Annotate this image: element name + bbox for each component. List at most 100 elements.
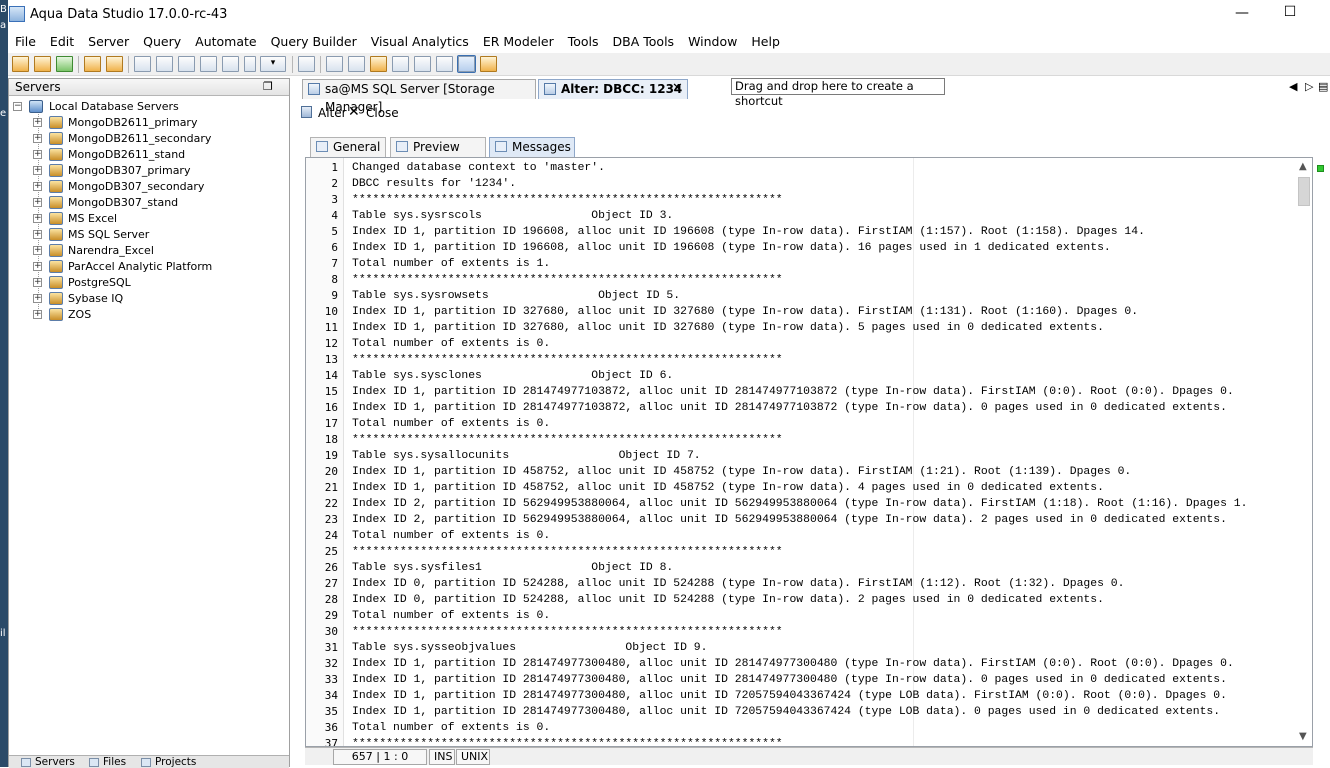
tree-item-server[interactable]: + Narendra_Excel bbox=[9, 243, 289, 259]
chart-view-icon[interactable] bbox=[480, 56, 497, 72]
tree-item-server[interactable]: + MongoDB2611_secondary bbox=[9, 131, 289, 147]
alter-button[interactable]: Alter bbox=[318, 106, 347, 120]
text-view-icon[interactable] bbox=[436, 56, 453, 72]
expand-icon[interactable]: + bbox=[33, 198, 42, 207]
new-connection-icon[interactable] bbox=[12, 56, 29, 72]
scroll-down-icon[interactable]: ▼ bbox=[1299, 731, 1307, 742]
expand-icon[interactable]: + bbox=[33, 150, 42, 159]
menu-query[interactable]: Query bbox=[136, 32, 188, 52]
insert-mode[interactable]: INS bbox=[429, 749, 455, 765]
tree-item-server[interactable]: + Sybase IQ bbox=[9, 291, 289, 307]
scrollbar-thumb[interactable] bbox=[1298, 177, 1310, 206]
expand-icon[interactable]: + bbox=[33, 214, 42, 223]
tree-item-server[interactable]: + MongoDB2611_stand bbox=[9, 147, 289, 163]
shortcut-drop-zone[interactable]: Drag and drop here to create a shortcut bbox=[731, 78, 945, 108]
menu-server[interactable]: Server bbox=[81, 32, 136, 52]
tab-preview-sql[interactable]: Preview SQL bbox=[390, 137, 486, 172]
scroll-up-icon[interactable]: ▲ bbox=[1299, 161, 1307, 172]
tab-general[interactable]: General bbox=[310, 137, 386, 157]
close-button[interactable]: Close bbox=[366, 106, 399, 120]
sub-tab-strip: General Preview SQL Messages bbox=[310, 137, 1330, 172]
monitor-icon[interactable] bbox=[222, 56, 239, 72]
tree-item-server[interactable]: + ZOS bbox=[9, 307, 289, 323]
query-analyzer-icon[interactable] bbox=[84, 56, 101, 72]
connect-icon[interactable] bbox=[56, 56, 73, 72]
find-icon[interactable] bbox=[134, 56, 151, 72]
expand-icon[interactable]: + bbox=[33, 134, 42, 143]
app-icon bbox=[9, 6, 25, 22]
split-view-icon[interactable] bbox=[392, 56, 409, 72]
files-tab-icon bbox=[89, 758, 99, 767]
expand-icon[interactable]: + bbox=[33, 246, 42, 255]
expand-icon[interactable]: + bbox=[33, 310, 42, 319]
tab-servers[interactable]: Servers bbox=[21, 756, 75, 768]
collapse-icon[interactable]: − bbox=[13, 102, 22, 111]
columns-icon[interactable] bbox=[414, 56, 431, 72]
menu-file[interactable]: File bbox=[8, 32, 43, 52]
expand-icon[interactable]: + bbox=[33, 294, 42, 303]
tree-item-server[interactable]: + MongoDB307_secondary bbox=[9, 179, 289, 195]
document-icon[interactable] bbox=[298, 56, 315, 72]
tab-label: Files bbox=[103, 756, 127, 768]
edit-connection-icon[interactable] bbox=[34, 56, 51, 72]
expand-icon[interactable]: + bbox=[33, 262, 42, 271]
query-builder-icon[interactable] bbox=[106, 56, 123, 72]
expand-icon[interactable]: + bbox=[33, 230, 42, 239]
line-number: 14 bbox=[324, 369, 338, 382]
menu-visual-analytics[interactable]: Visual Analytics bbox=[364, 32, 476, 52]
tree-item-server[interactable]: + ParAccel Analytic Platform bbox=[9, 259, 289, 275]
menu-window[interactable]: Window bbox=[681, 32, 744, 52]
tree-root[interactable]: − Local Database Servers bbox=[9, 99, 289, 115]
tab-messages[interactable]: Messages bbox=[489, 137, 575, 157]
close-tab-icon[interactable]: ✕ bbox=[672, 80, 683, 98]
save-icon[interactable] bbox=[301, 106, 312, 118]
restore-panel-icon[interactable]: ❐ bbox=[263, 80, 273, 93]
code-line: 21 Index ID 1, partition ID 458752, alloc… bbox=[306, 480, 1296, 496]
menu-er-modeler[interactable]: ER Modeler bbox=[476, 32, 561, 52]
tree-item-server[interactable]: + PostgreSQL bbox=[9, 275, 289, 291]
tab-alter-dbcc[interactable]: Alter: DBCC: 1234 ✕ bbox=[538, 79, 688, 99]
expand-icon[interactable]: + bbox=[33, 182, 42, 191]
menu-tools[interactable]: Tools bbox=[561, 32, 606, 52]
tab-scroll-right-icon[interactable]: ▷ bbox=[1305, 80, 1313, 93]
vertical-scrollbar[interactable] bbox=[1295, 176, 1312, 746]
expand-icon[interactable]: + bbox=[33, 118, 42, 127]
messages-editor[interactable]: 1 Changed database context to 'master'. 2 D… bbox=[305, 157, 1313, 747]
tab-list-icon[interactable]: ▤ bbox=[1318, 80, 1328, 93]
minimize-button[interactable]: — bbox=[1232, 5, 1252, 23]
database-server-icon bbox=[49, 164, 63, 177]
tree-item-label: ZOS bbox=[68, 308, 92, 321]
grid-icon[interactable] bbox=[326, 56, 343, 72]
tab-storage-manager[interactable]: sa@MS SQL Server [Storage Manager] bbox=[302, 79, 536, 114]
tab-scroll-left-icon[interactable]: ◀ bbox=[1289, 80, 1297, 93]
form-view-icon[interactable] bbox=[370, 56, 387, 72]
tree-item-server[interactable]: + MS Excel bbox=[9, 211, 289, 227]
line-ending[interactable]: UNIX bbox=[456, 749, 490, 765]
menu-edit[interactable]: Edit bbox=[43, 32, 81, 52]
line-text: Index ID 1, partition ID 281474977300480… bbox=[352, 674, 1227, 686]
expand-icon[interactable]: + bbox=[33, 166, 42, 175]
menu-dba-tools[interactable]: DBA Tools bbox=[606, 32, 682, 52]
schema-script-icon[interactable] bbox=[200, 56, 217, 72]
compare-icon[interactable] bbox=[178, 56, 195, 72]
dropdown-chevron-icon[interactable]: ▾ bbox=[260, 56, 286, 72]
table-view-icon[interactable] bbox=[348, 56, 365, 72]
close-icon[interactable]: ✕ bbox=[348, 104, 360, 120]
tab-projects[interactable]: Projects bbox=[141, 756, 196, 768]
tree-item-server[interactable]: + MongoDB307_primary bbox=[9, 163, 289, 179]
search-objects-icon[interactable] bbox=[156, 56, 173, 72]
tree-item-label: Sybase IQ bbox=[68, 292, 124, 305]
menu-query-builder[interactable]: Query Builder bbox=[264, 32, 364, 52]
options-icon[interactable] bbox=[244, 56, 256, 72]
tab-files[interactable]: Files bbox=[89, 756, 126, 768]
tree-item-server[interactable]: + MS SQL Server bbox=[9, 227, 289, 243]
maximize-button[interactable]: ☐ bbox=[1280, 4, 1300, 24]
tree-item-server[interactable]: + MongoDB307_stand bbox=[9, 195, 289, 211]
expand-icon[interactable]: + bbox=[33, 278, 42, 287]
message-view-icon[interactable] bbox=[457, 55, 476, 73]
menu-help[interactable]: Help bbox=[744, 32, 787, 52]
database-server-icon bbox=[49, 228, 63, 241]
menu-automate[interactable]: Automate bbox=[188, 32, 263, 52]
tree-item-server[interactable]: + MongoDB2611_primary bbox=[9, 115, 289, 131]
line-number: 27 bbox=[324, 577, 338, 590]
